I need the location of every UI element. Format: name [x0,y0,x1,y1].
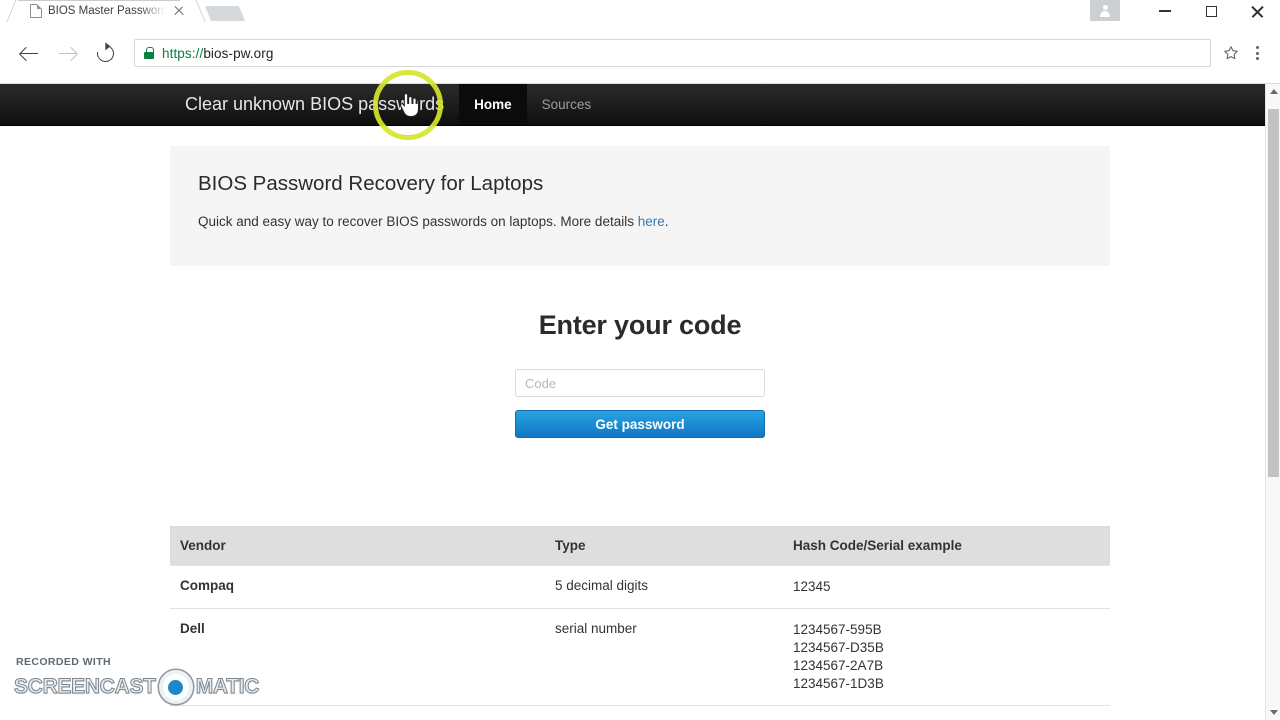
tab-title: BIOS Master Password G [48,5,166,17]
cell-vendor: Dell [170,608,545,706]
table-row: Fujitsu-Siemens 5 decimal digits 12345 [170,705,1110,720]
browser-tab[interactable]: BIOS Master Password G [18,0,194,22]
page-viewport: Clear unknown BIOS passwords Home Source… [0,84,1280,720]
maximize-button[interactable] [1188,0,1234,22]
hash-line: 1234567-595B [793,622,882,637]
tab-top-border [18,0,194,1]
tab-strip: BIOS Master Password G [0,0,1090,22]
scroll-down-icon[interactable] [1266,705,1280,720]
browser-toolbar: https://bios-pw.org [0,22,1280,84]
cell-vendor: Fujitsu-Siemens [170,705,545,720]
close-icon[interactable] [172,4,186,18]
page-content: BIOS Password Recovery for Laptops Quick… [170,146,1110,720]
page-description: Quick and easy way to recover BIOS passw… [198,214,1082,229]
browser-window: BIOS Master Password G https://bios-pw.o… [0,0,1280,720]
column-header-type: Type [545,526,783,566]
cell-hash: 1234567-595B 1234567-D35B 1234567-2A7B 1… [783,608,1110,706]
vendor-table: Vendor Type Hash Code/Serial example Com… [170,526,1110,720]
nav-item-sources[interactable]: Sources [527,84,607,125]
browser-titlebar: BIOS Master Password G [0,0,1280,22]
hash-line: 1234567-2A7B [793,658,884,673]
cell-type: serial number [545,608,783,706]
cell-vendor: Compaq [170,565,545,609]
url-scheme: https:// [162,45,204,61]
minimize-icon [1159,10,1171,12]
person-icon [1100,4,1111,17]
page-title: BIOS Password Recovery for Laptops [198,172,544,195]
maximize-icon [1205,5,1217,17]
minimize-button[interactable] [1142,0,1188,22]
bookmark-button[interactable] [1218,40,1244,66]
close-window-button[interactable] [1234,0,1280,22]
hash-line: 12345 [793,579,831,594]
profile-button[interactable] [1090,0,1120,21]
jumbotron: BIOS Password Recovery for Laptops Quick… [170,146,1110,266]
navbar-inner: Clear unknown BIOS passwords Home Source… [170,84,1110,125]
cell-type: 5 decimal digits [545,565,783,609]
get-password-button[interactable]: Get password [515,410,765,438]
cell-hash: 12345 [783,565,1110,609]
table-row: Compaq 5 decimal digits 12345 [170,565,1110,609]
reload-button[interactable] [86,34,124,72]
forward-button[interactable] [48,34,86,72]
page-scrollbar[interactable] [1265,84,1280,720]
site-navbar: Clear unknown BIOS passwords Home Source… [0,84,1280,126]
page-icon [30,4,42,18]
reload-icon [93,41,117,65]
hash-line: 1234567-D35B [793,640,884,655]
address-bar[interactable]: https://bios-pw.org [134,39,1211,67]
lock-icon [144,47,154,59]
arrow-forward-icon [58,44,77,63]
hash-line: 1234567-1D3B [793,676,884,691]
table-row: Dell serial number 1234567-595B 1234567-… [170,608,1110,706]
nav-item-home[interactable]: Home [459,84,527,125]
back-button[interactable] [10,34,48,72]
cell-hash: 12345 [783,705,1110,720]
table-head: Vendor Type Hash Code/Serial example [170,526,1110,566]
scroll-up-icon[interactable] [1266,84,1280,99]
kebab-menu-icon[interactable] [1244,38,1270,68]
table-body: Compaq 5 decimal digits 12345 Dell seria… [170,565,1110,720]
url-text: https://bios-pw.org [162,46,273,61]
window-close-icon [1251,5,1264,18]
description-text-after: . [664,214,669,229]
scrollbar-thumb[interactable] [1268,109,1279,477]
form-heading: Enter your code [538,310,742,340]
cell-type: 5 decimal digits [545,705,783,720]
site-brand[interactable]: Clear unknown BIOS passwords [170,84,459,125]
star-icon [1224,46,1238,60]
arrow-back-icon [20,44,39,63]
table-header-row: Vendor Type Hash Code/Serial example [170,526,1110,566]
new-tab-icon[interactable] [204,6,246,21]
window-controls [1090,0,1280,22]
url-host: bios-pw.org [203,45,274,61]
column-header-hash: Hash Code/Serial example [783,526,1110,566]
code-input[interactable] [515,369,765,397]
code-form: Enter your code Get password [170,310,1110,438]
details-link[interactable]: here [638,214,665,229]
description-text-before: Quick and easy way to recover BIOS passw… [198,214,638,229]
column-header-vendor: Vendor [170,526,545,566]
